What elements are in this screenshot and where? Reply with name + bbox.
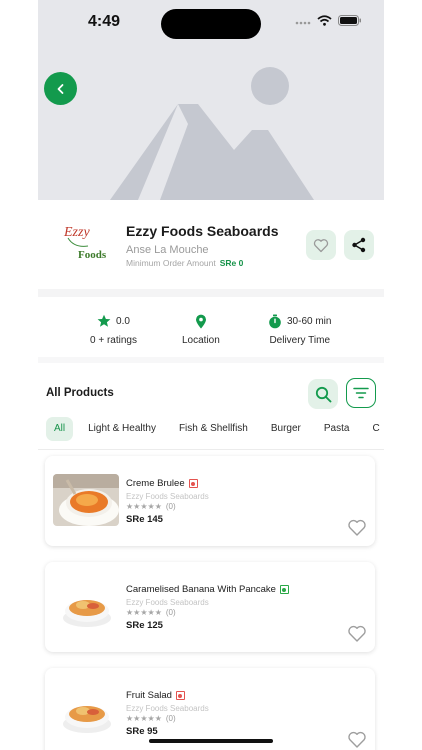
favorite-product-button[interactable] [347, 518, 367, 538]
product-card[interactable]: Creme Brulee Ezzy Foods Seaboards ★★★★★ … [45, 456, 375, 546]
product-name: Fruit Salad [126, 690, 185, 701]
store-location: Anse La Mouche [126, 244, 209, 256]
product-price: SRe 95 [126, 726, 158, 737]
svg-text:Ezzy: Ezzy [63, 225, 90, 240]
min-order-label: Minimum Order Amount [126, 258, 216, 268]
battery-icon [338, 15, 361, 26]
product-price: SRe 125 [126, 620, 163, 631]
rating-stars-icon: ★★★★★ [126, 502, 162, 511]
dynamic-island [161, 9, 261, 39]
section-divider [38, 357, 384, 363]
product-name: Caramelised Banana With Pancake [126, 584, 289, 595]
phone-screen: 4:49 Ezzy Foods Ezzy Foods Seaboards Ans… [38, 0, 384, 750]
product-rating: ★★★★★ (0) [126, 608, 176, 617]
favorite-store-button[interactable] [306, 230, 336, 260]
favorite-product-button[interactable] [347, 730, 367, 750]
filter-button[interactable] [346, 378, 376, 408]
store-header: Ezzy Foods Ezzy Foods Seaboards Anse La … [38, 200, 384, 290]
minimum-order: Minimum Order Amount SRe 0 [126, 258, 243, 268]
wifi-icon [317, 15, 332, 26]
filter-icon [353, 387, 369, 399]
category-tab-pasta[interactable]: Pasta [316, 417, 358, 441]
share-button[interactable] [344, 230, 374, 260]
product-name: Creme Brulee [126, 478, 198, 489]
signal-icon [295, 21, 311, 24]
location-label: Location [182, 335, 220, 346]
rating-count: 0 + ratings [90, 335, 137, 346]
delivery-time-label: Delivery Time [269, 335, 331, 346]
heart-icon [313, 238, 329, 252]
product-rating: ★★★★★ (0) [126, 714, 176, 723]
product-price: SRe 145 [126, 514, 163, 525]
product-store: Ezzy Foods Seaboards [126, 492, 209, 501]
delivery-time-info: 30-60 min Delivery Time [268, 312, 331, 346]
timer-icon [269, 314, 281, 328]
location-info[interactable]: Location [182, 312, 220, 346]
non-veg-icon [175, 691, 185, 700]
search-icon [315, 386, 331, 402]
product-image [53, 686, 119, 738]
status-time: 4:49 [88, 13, 121, 30]
product-store: Ezzy Foods Seaboards [126, 598, 209, 607]
product-card[interactable]: Fruit Salad Ezzy Foods Seaboards ★★★★★ (… [45, 668, 375, 750]
product-image [53, 580, 119, 632]
category-divider [38, 449, 384, 450]
share-icon [352, 237, 366, 253]
product-store: Ezzy Foods Seaboards [126, 704, 209, 713]
product-card[interactable]: Caramelised Banana With Pancake Ezzy Foo… [45, 562, 375, 652]
store-name: Ezzy Foods Seaboards [126, 223, 279, 239]
all-products-title: All Products [46, 387, 114, 399]
search-button[interactable] [308, 379, 338, 409]
product-image [53, 474, 119, 526]
non-veg-icon [188, 479, 198, 488]
category-tab-light-healthy[interactable]: Light & Healthy [80, 417, 164, 441]
star-icon [97, 314, 111, 327]
category-tab-truncated[interactable]: C [364, 417, 384, 441]
category-tabs: All Light & Healthy Fish & Shellfish Bur… [46, 417, 384, 441]
delivery-time-value: 30-60 min [287, 315, 332, 327]
veg-icon [279, 585, 289, 594]
min-order-value: SRe 0 [219, 258, 244, 268]
status-bar: 4:49 [38, 0, 384, 46]
rating-info: 0.0 0 + ratings [90, 312, 137, 346]
home-indicator[interactable] [149, 739, 273, 743]
category-tab-burger[interactable]: Burger [263, 417, 309, 441]
svg-text:Foods: Foods [78, 249, 107, 261]
rating-stars-icon: ★★★★★ [126, 608, 162, 617]
rating-value: 0.0 [116, 315, 130, 327]
section-divider [38, 289, 384, 297]
favorite-product-button[interactable] [347, 624, 367, 644]
store-logo: Ezzy Foods [54, 218, 110, 264]
category-tab-all[interactable]: All [46, 417, 74, 441]
status-icons [295, 15, 362, 26]
rating-stars-icon: ★★★★★ [126, 714, 162, 723]
product-rating: ★★★★★ (0) [126, 502, 176, 511]
back-button[interactable] [44, 72, 77, 105]
back-arrow-icon [57, 83, 63, 94]
category-tab-fish-shellfish[interactable]: Fish & Shellfish [171, 417, 256, 441]
location-pin-icon [195, 314, 206, 328]
